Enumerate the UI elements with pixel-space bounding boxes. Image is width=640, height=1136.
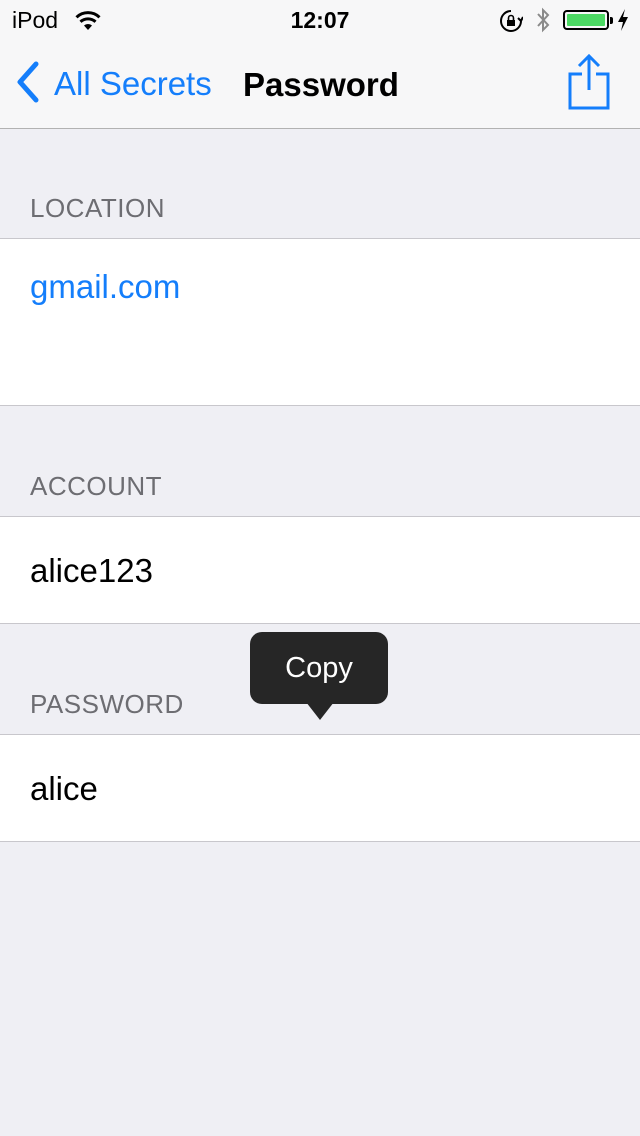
charging-icon <box>617 8 629 37</box>
bluetooth-icon <box>535 7 551 38</box>
account-cell[interactable]: alice123 <box>0 516 640 624</box>
account-value: alice123 <box>30 552 153 589</box>
page-title: Password <box>243 66 399 103</box>
copy-menu-arrow <box>306 702 334 720</box>
account-section-header: ACCOUNT <box>30 471 163 501</box>
status-bar: iPod 12:07 <box>0 0 640 40</box>
password-section-header: PASSWORD <box>30 689 184 719</box>
location-link[interactable]: gmail.com <box>30 268 180 306</box>
copy-menu: Copy <box>250 632 388 720</box>
share-button[interactable] <box>566 53 612 110</box>
back-button[interactable]: All Secrets <box>12 60 212 109</box>
back-button-label: All Secrets <box>54 65 212 102</box>
location-cell: gmail.com <box>0 238 640 406</box>
chevron-left-icon <box>12 60 42 109</box>
password-cell[interactable]: alice <box>0 734 640 842</box>
location-section-header: LOCATION <box>30 193 165 223</box>
password-value: alice <box>30 770 98 807</box>
navigation-bar: All Secrets Password <box>0 40 640 129</box>
share-icon <box>566 53 612 114</box>
battery-icon <box>563 10 613 30</box>
copy-button[interactable]: Copy <box>250 632 388 704</box>
rotation-lock-icon <box>499 9 524 38</box>
